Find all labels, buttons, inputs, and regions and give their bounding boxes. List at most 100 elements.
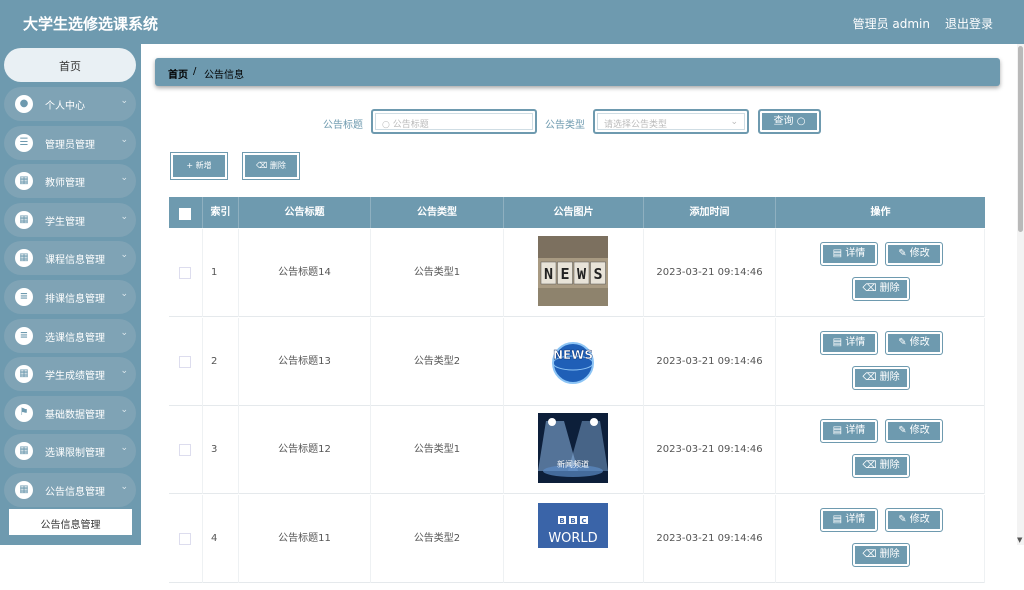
detail-button[interactable]: ▤ 详情 bbox=[820, 330, 878, 355]
sidebar-item-label: 管理员管理 bbox=[45, 139, 95, 151]
sidebar-item-label: 个人中心 bbox=[45, 101, 85, 112]
sidebar-item[interactable]: ▦ 学生成绩管理 ⌄ bbox=[4, 357, 136, 392]
row-checkbox[interactable] bbox=[179, 444, 191, 456]
chevron-down-icon: ⌄ bbox=[120, 443, 128, 454]
batch-delete-button[interactable]: ⌫ 删除 bbox=[242, 152, 300, 180]
select-cell bbox=[169, 406, 203, 494]
chevron-down-icon: ⌄ bbox=[120, 250, 128, 261]
sidebar-item[interactable]: ▦ 公告信息管理 ⌄ bbox=[4, 473, 136, 507]
table-row: 3 公告标题12 公告类型1 新闻频道 2023-03-21 09:14:46 ▤ 详情 ✎… bbox=[169, 406, 985, 494]
svg-text:WORLD: WORLD bbox=[548, 531, 597, 546]
edit-button[interactable]: ✎ 修改 bbox=[885, 419, 943, 443]
detail-button[interactable]: ▤ 详情 bbox=[820, 419, 878, 443]
chevron-down-icon: ⌄ bbox=[120, 173, 128, 184]
cell-time: 2023-03-21 09:14:46 bbox=[644, 229, 776, 317]
cell-title: 公告标题13 bbox=[239, 317, 371, 406]
add-button[interactable]: + 新增 bbox=[170, 152, 228, 180]
breadcrumb: 首页 / 公告信息 bbox=[155, 58, 1000, 86]
sidebar: 首页 ● 个人中心 ⌄ ☰ 管理员管理 ⌄ ▦ 教师管理 ⌄ ▦ 学生管理 ⌄ ▦ 课程信息管理 ⌄ ≡ 排课信… bbox=[0, 44, 141, 545]
sidebar-item-label: 首页 bbox=[59, 60, 81, 73]
plus-icon: + bbox=[186, 161, 194, 170]
cell-index: 3 bbox=[203, 406, 239, 494]
chevron-down-icon: ⌄ bbox=[120, 482, 128, 492]
search-icon: ○ bbox=[796, 116, 806, 127]
header-title: 公告标题 bbox=[239, 197, 371, 228]
grid-icon: ▦ bbox=[15, 249, 33, 268]
header-image: 公告图片 bbox=[504, 197, 644, 228]
title-search-input[interactable]: ○ 公告标题 bbox=[371, 109, 537, 134]
cell-image: 新闻频道 bbox=[504, 406, 644, 494]
edit-button[interactable]: ✎ 修改 bbox=[885, 242, 943, 266]
pencil-icon: ✎ bbox=[898, 248, 910, 259]
scrollbar-thumb[interactable] bbox=[1018, 46, 1023, 232]
table-row: 1 公告标题14 公告类型1 N E W S 2023-03-21 09:14:46 ▤ 详情 ✎… bbox=[169, 229, 985, 317]
chevron-down-icon: ⌄ bbox=[730, 117, 738, 127]
sidebar-item-label: 课程信息管理 bbox=[45, 255, 105, 267]
scroll-down-arrow-icon[interactable]: ▼ bbox=[1017, 536, 1022, 544]
sidebar-subitem-label: 公告信息管理 bbox=[40, 520, 101, 531]
sidebar-item-home[interactable]: 首页 bbox=[4, 48, 136, 82]
edit-button[interactable]: ✎ 修改 bbox=[885, 507, 943, 532]
delete-button[interactable]: ⌫ 删除 bbox=[852, 542, 910, 567]
select-all-checkbox[interactable] bbox=[179, 208, 191, 220]
cell-index: 1 bbox=[203, 229, 239, 317]
chevron-down-icon: ⌄ bbox=[120, 404, 128, 415]
sidebar-item[interactable]: ▦ 选课限制管理 ⌄ bbox=[4, 434, 136, 469]
grid-icon: ▦ bbox=[15, 442, 33, 461]
logout-link[interactable]: 退出登录 bbox=[945, 15, 993, 32]
sidebar-item-label: 基础数据管理 bbox=[45, 409, 105, 421]
row-checkbox[interactable] bbox=[179, 355, 191, 368]
edit-label: 修改 bbox=[909, 248, 930, 259]
cell-operations: ▤ 详情 ✎ 修改 ⌫ 删除 bbox=[776, 406, 985, 494]
sidebar-item[interactable]: ▦ 学生管理 ⌄ bbox=[4, 202, 136, 237]
query-button[interactable]: 查询 ○ bbox=[758, 109, 821, 134]
trash-icon: ⌫ bbox=[862, 548, 880, 560]
search-icon: ○ bbox=[382, 120, 390, 130]
select-cell bbox=[169, 229, 203, 317]
delete-button[interactable]: ⌫ 删除 bbox=[852, 454, 910, 478]
detail-button[interactable]: ▤ 详情 bbox=[820, 242, 878, 266]
flag-icon: ⚑ bbox=[15, 403, 33, 422]
cell-time: 2023-03-21 09:14:46 bbox=[644, 317, 776, 406]
breadcrumb-home[interactable]: 首页 bbox=[168, 66, 188, 81]
grid-icon: ▦ bbox=[15, 365, 33, 384]
delete-label: 删除 bbox=[879, 283, 900, 294]
notice-image: NEWS bbox=[538, 236, 608, 306]
sidebar-item[interactable]: ≡ 排课信息管理 ⌄ bbox=[4, 280, 136, 314]
row-checkbox[interactable] bbox=[179, 267, 191, 279]
sidebar-item[interactable]: ▦ 教师管理 ⌄ bbox=[4, 164, 136, 199]
sidebar-item[interactable]: ● 个人中心 ⌄ bbox=[4, 87, 136, 121]
type-select[interactable]: 请选择公告类型 ⌄ bbox=[593, 109, 749, 134]
sidebar-item-label: 排课信息管理 bbox=[45, 294, 105, 305]
chevron-down-icon: ⌄ bbox=[120, 327, 128, 338]
edit-button[interactable]: ✎ 修改 bbox=[885, 330, 943, 355]
svg-text:E: E bbox=[560, 265, 569, 283]
detail-button[interactable]: ▤ 详情 bbox=[820, 507, 878, 532]
select-cell bbox=[169, 317, 203, 406]
delete-button[interactable]: ⌫ 删除 bbox=[852, 277, 910, 301]
cell-image: B B C WORLD bbox=[504, 494, 644, 583]
sidebar-item-label: 选课限制管理 bbox=[45, 448, 105, 460]
grid-icon: ▦ bbox=[15, 172, 33, 191]
scrollbar[interactable]: ▼ bbox=[1017, 44, 1024, 545]
row-checkbox[interactable] bbox=[179, 532, 191, 545]
document-icon: ▤ bbox=[832, 513, 846, 525]
svg-text:B: B bbox=[559, 517, 564, 525]
sidebar-item[interactable]: ☰ 管理员管理 ⌄ bbox=[4, 125, 136, 160]
notice-image: B B C WORLD bbox=[538, 502, 608, 572]
detail-label: 详情 bbox=[845, 425, 866, 436]
sidebar-item[interactable]: ▦ 课程信息管理 ⌄ bbox=[4, 241, 136, 276]
chevron-down-icon: ⌄ bbox=[120, 134, 128, 145]
sidebar-item[interactable]: ⚑ 基础数据管理 ⌄ bbox=[4, 395, 136, 430]
delete-label: 删除 bbox=[879, 460, 900, 471]
header-index: 索引 bbox=[203, 197, 239, 228]
sidebar-subitem-notice-manage[interactable]: 公告信息管理 bbox=[8, 508, 133, 536]
trash-icon: ⌫ bbox=[862, 371, 880, 383]
svg-text:新闻频道: 新闻频道 bbox=[557, 459, 589, 469]
edit-label: 修改 bbox=[909, 336, 930, 348]
detail-label: 详情 bbox=[845, 248, 866, 259]
delete-button[interactable]: ⌫ 删除 bbox=[852, 365, 910, 390]
sidebar-item-label: 选课信息管理 bbox=[45, 332, 105, 344]
cell-time: 2023-03-21 09:14:46 bbox=[644, 494, 776, 583]
sidebar-item[interactable]: ≡ 选课信息管理 ⌄ bbox=[4, 318, 136, 353]
